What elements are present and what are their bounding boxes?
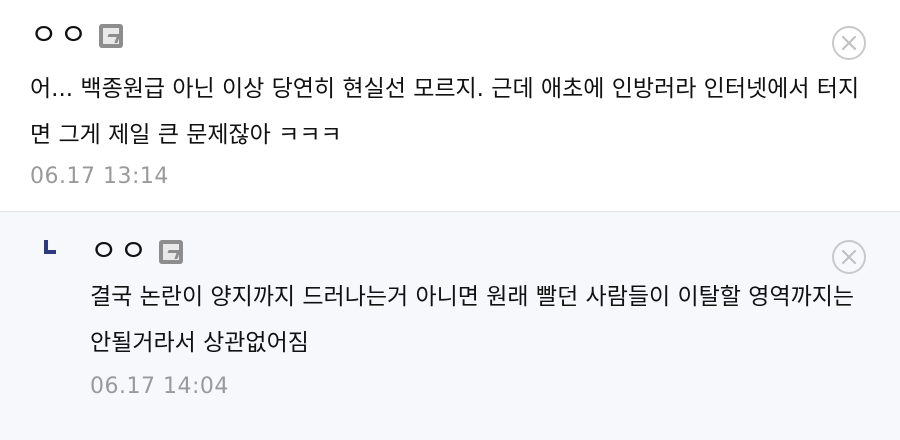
reply-comment-item: ㅇㅇ 결국 논란이 양지까지 드러나는거 아니면 원래 빨던 사람들이 이탈할 … [0, 212, 900, 440]
delete-reply-button[interactable] [832, 240, 866, 274]
reply-author-row: ㅇㅇ [90, 234, 184, 270]
delete-comment-button[interactable] [832, 26, 866, 60]
reply-author-nickname[interactable]: ㅇㅇ [90, 234, 149, 270]
close-icon [841, 35, 857, 51]
comment-text: 어... 백종원급 아닌 이상 당연히 현실선 모르지. 근데 애초에 인방러라… [30, 76, 860, 148]
comment-author-row: ㅇㅇ [30, 18, 124, 54]
reply-arrow-icon [44, 240, 56, 254]
reply-text: 결국 논란이 양지까지 드러나는거 아니면 원래 빨던 사람들이 이탈할 영역까… [90, 284, 855, 356]
fixed-nick-badge-icon [99, 24, 124, 48]
comment-item: ㅇㅇ 어... 백종원급 아닌 이상 당연히 현실선 모르지. 근데 애초에 인… [0, 0, 900, 212]
comment-author-nickname[interactable]: ㅇㅇ [30, 18, 89, 54]
reply-timestamp: 06.17 14:04 [90, 374, 229, 399]
close-icon [841, 249, 857, 265]
comment-timestamp: 06.17 13:14 [30, 164, 169, 189]
fixed-nick-badge-icon [159, 240, 184, 264]
